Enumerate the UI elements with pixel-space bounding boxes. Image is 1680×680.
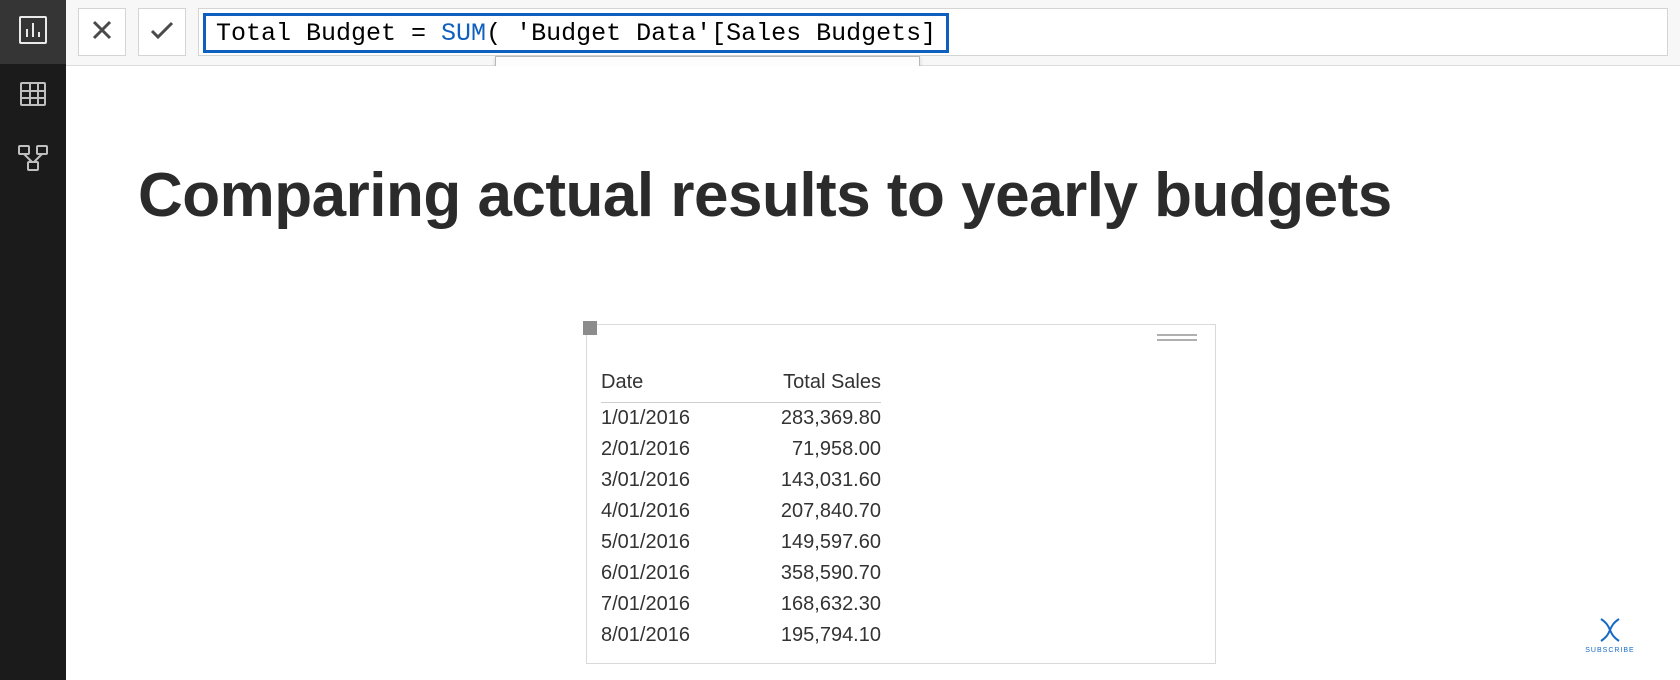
bar-chart-icon	[18, 15, 48, 50]
cell-date: 4/01/2016	[601, 500, 731, 523]
cell-sales: 71,958.00	[731, 438, 881, 461]
table-row[interactable]: 4/01/2016207,840.70	[601, 496, 881, 527]
data-table: Date Total Sales 1/01/2016283,369.802/01…	[601, 371, 881, 651]
table-row[interactable]: 3/01/2016143,031.60	[601, 465, 881, 496]
table-row[interactable]: 6/01/2016358,590.70	[601, 558, 881, 589]
nav-data-view[interactable]	[0, 64, 66, 128]
cell-sales: 149,597.60	[731, 531, 881, 554]
formula-commit-button[interactable]	[138, 8, 186, 56]
close-icon	[91, 19, 113, 46]
table-icon	[18, 79, 48, 114]
formula-input[interactable]: Total Budget = SUM( 'Budget Data'[Sales …	[198, 8, 1668, 56]
table-row[interactable]: 7/01/2016168,632.30	[601, 589, 881, 620]
formula-cancel-button[interactable]	[78, 8, 126, 56]
formula-suffix: ( 'Budget Data'[Sales Budgets]	[486, 19, 936, 48]
cell-date: 7/01/2016	[601, 593, 731, 616]
subscribe-watermark: SUBSCRIBE	[1582, 615, 1638, 654]
table-row[interactable]: 2/01/201671,958.00	[601, 434, 881, 465]
nav-model-view[interactable]	[0, 128, 66, 192]
page-title: Comparing actual results to yearly budge…	[138, 160, 1392, 231]
subscribe-label: SUBSCRIBE	[1582, 647, 1638, 654]
table-row[interactable]: 1/01/2016283,369.80	[601, 403, 881, 434]
nav-report-view[interactable]	[0, 0, 66, 64]
table-visual[interactable]: Date Total Sales 1/01/2016283,369.802/01…	[586, 324, 1216, 664]
table-row[interactable]: 8/01/2016195,794.10	[601, 620, 881, 651]
left-nav	[0, 0, 66, 680]
report-canvas[interactable]: Comparing actual results to yearly budge…	[66, 66, 1680, 680]
cell-sales: 168,632.30	[731, 593, 881, 616]
table-header-row: Date Total Sales	[601, 371, 881, 403]
model-icon	[17, 143, 49, 178]
check-icon	[149, 19, 175, 46]
header-sales[interactable]: Total Sales	[731, 371, 881, 394]
formula-prefix: Total Budget =	[216, 19, 441, 48]
cell-date: 1/01/2016	[601, 407, 731, 430]
cell-sales: 143,031.60	[731, 469, 881, 492]
cell-sales: 358,590.70	[731, 562, 881, 585]
dna-icon	[1595, 640, 1625, 647]
cell-date: 5/01/2016	[601, 531, 731, 554]
table-row[interactable]: 5/01/2016149,597.60	[601, 527, 881, 558]
cell-sales: 283,369.80	[731, 407, 881, 430]
visual-resize-corner[interactable]	[583, 321, 597, 335]
header-date[interactable]: Date	[601, 371, 731, 394]
cell-date: 3/01/2016	[601, 469, 731, 492]
formula-text: Total Budget = SUM( 'Budget Data'[Sales …	[203, 13, 949, 53]
cell-date: 8/01/2016	[601, 624, 731, 647]
formula-keyword: SUM	[441, 19, 486, 48]
cell-date: 6/01/2016	[601, 562, 731, 585]
visual-drag-handle[interactable]	[1157, 331, 1197, 344]
cell-sales: 195,794.10	[731, 624, 881, 647]
cell-sales: 207,840.70	[731, 500, 881, 523]
cell-date: 2/01/2016	[601, 438, 731, 461]
